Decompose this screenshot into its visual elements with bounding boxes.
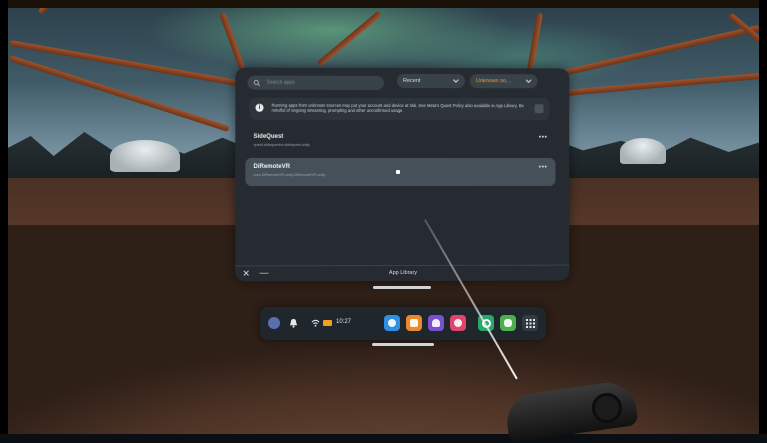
igloo-left: [110, 140, 180, 172]
open-external-icon[interactable]: [534, 104, 544, 114]
app-list-item[interactable]: SideQuest quest.sidequestvr.sidequest.un…: [245, 128, 555, 156]
info-icon: i: [255, 103, 264, 112]
more-options-button[interactable]: •••: [539, 134, 548, 141]
source-filter-dropdown[interactable]: Unknown so...: [469, 74, 538, 89]
screen-border: [0, 0, 767, 8]
notice-text: Running apps from unknown sources may pu…: [271, 102, 524, 114]
camera-icon[interactable]: [450, 315, 466, 331]
filter-dropdown-label: Unknown so...: [475, 78, 511, 85]
avatar[interactable]: [268, 317, 280, 329]
controller-ring: [589, 391, 624, 425]
search-input[interactable]: [264, 78, 369, 87]
explore-icon[interactable]: [406, 315, 422, 331]
app-name: SideQuest: [253, 133, 284, 140]
wifi-icon[interactable]: [311, 319, 320, 327]
taskbar-drag-handle[interactable]: [372, 343, 434, 346]
screen-border: [759, 0, 767, 434]
more-options-button[interactable]: •••: [539, 164, 548, 171]
people-icon[interactable]: [428, 315, 444, 331]
window-footer: ✕ — App Library: [235, 264, 570, 283]
chevron-down-icon: [453, 79, 459, 83]
battery-icon[interactable]: [323, 320, 332, 326]
bell-icon[interactable]: [289, 318, 298, 328]
search-icon: [253, 79, 260, 86]
app-list-item[interactable]: DiRemoteVR com.DiRemoteVR.unity.DiRemote…: [245, 157, 556, 187]
app-package: quest.sidequestvr.sidequest.unity: [253, 142, 310, 147]
app-library-window: Recent Unknown so... i Running apps from…: [235, 67, 570, 283]
chevron-down-icon: [526, 79, 532, 83]
window-title: App Library: [388, 269, 418, 277]
meta-store-icon[interactable]: [384, 315, 400, 331]
app-name: DiRemoteVR: [253, 163, 291, 170]
unknown-sources-notice: i Running apps from unknown sources may …: [249, 97, 550, 121]
search-bar[interactable]: [247, 75, 384, 90]
igloo-right: [620, 138, 666, 164]
app-package: com.DiRemoteVR.unity.DiRemoteVR.unity: [253, 172, 326, 178]
clock: 10:27: [336, 319, 352, 325]
pointer-cursor: [395, 169, 401, 174]
window-drag-handle[interactable]: [373, 286, 431, 289]
universal-menu-bar: 10:27: [260, 307, 546, 340]
app-library-grid-icon[interactable]: [522, 315, 538, 331]
sidequest-icon[interactable]: [500, 315, 516, 331]
sort-dropdown-label: Recent: [403, 78, 421, 85]
screen-border: [0, 0, 8, 434]
sort-dropdown[interactable]: Recent: [397, 73, 465, 89]
